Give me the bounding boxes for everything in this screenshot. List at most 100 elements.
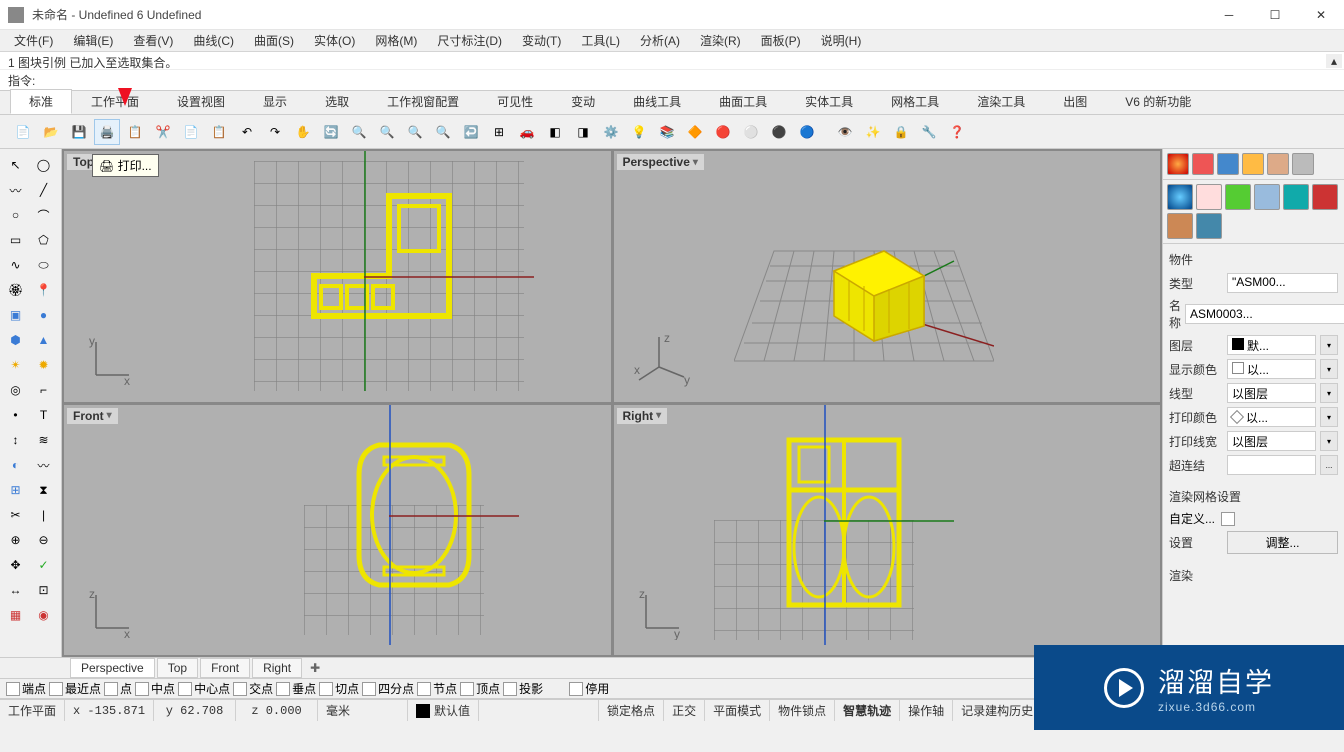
render-tab-icon[interactable] bbox=[1312, 184, 1338, 210]
viewport-front[interactable]: Front▾ z x bbox=[64, 405, 611, 656]
btab-perspective[interactable]: Perspective bbox=[70, 658, 155, 678]
minimize-button[interactable]: ─ bbox=[1206, 0, 1252, 30]
sweep-icon[interactable]: 〰 bbox=[30, 453, 57, 477]
rectangle-icon[interactable]: ▭ bbox=[2, 228, 29, 252]
four-view-icon[interactable]: ⊞ bbox=[486, 119, 512, 145]
tab-surface-tools[interactable]: 曲面工具 bbox=[700, 89, 786, 114]
sphere3-icon[interactable]: 🔵 bbox=[794, 119, 820, 145]
osnap-perp[interactable]: 垂点 bbox=[292, 680, 316, 697]
osnap-cen-checkbox[interactable] bbox=[178, 682, 192, 696]
osnap-end[interactable]: 端点 bbox=[22, 680, 46, 697]
menu-view[interactable]: 查看(V) bbox=[123, 30, 183, 51]
array-icon[interactable]: ⊞ bbox=[2, 478, 29, 502]
environment-tab-icon[interactable] bbox=[1225, 184, 1251, 210]
osnap-vertex[interactable]: 顶点 bbox=[476, 680, 500, 697]
zoom-selected-icon[interactable]: 🔍 bbox=[430, 119, 456, 145]
tab-cplane[interactable]: 工作平面 bbox=[72, 89, 158, 114]
check-icon[interactable]: ✓ bbox=[30, 553, 57, 577]
menu-analyze[interactable]: 分析(A) bbox=[630, 30, 690, 51]
import-icon[interactable]: 📋 bbox=[122, 119, 148, 145]
print-icon[interactable]: 🖨️ bbox=[94, 119, 120, 145]
printwidth-dropdown[interactable]: ▾ bbox=[1320, 431, 1338, 451]
osnap-near-checkbox[interactable] bbox=[49, 682, 63, 696]
lasso-icon[interactable]: ◯ bbox=[30, 153, 57, 177]
menu-mesh[interactable]: 网格(M) bbox=[365, 30, 427, 51]
menu-edit[interactable]: 编辑(E) bbox=[63, 30, 123, 51]
tab-mesh-tools[interactable]: 网格工具 bbox=[872, 89, 958, 114]
tab-solid-tools[interactable]: 实体工具 bbox=[786, 89, 872, 114]
osnap-end-checkbox[interactable] bbox=[6, 682, 20, 696]
tab-transform[interactable]: 变动 bbox=[552, 89, 614, 114]
status-layer[interactable]: 默认值 bbox=[408, 700, 479, 721]
menu-transform[interactable]: 变动(T) bbox=[512, 30, 571, 51]
osnap-perp-checkbox[interactable] bbox=[276, 682, 290, 696]
mirror-icon[interactable]: ⧗ bbox=[30, 478, 57, 502]
zoom-extents-icon[interactable]: 🔍 bbox=[374, 119, 400, 145]
tab-display[interactable]: 显示 bbox=[244, 89, 306, 114]
close-button[interactable]: ✕ bbox=[1298, 0, 1344, 30]
osnap-point[interactable]: 点 bbox=[120, 680, 132, 697]
cplane-icon[interactable]: ◧ bbox=[542, 119, 568, 145]
point2-icon[interactable]: • bbox=[2, 403, 29, 427]
pan-icon[interactable]: ✋ bbox=[290, 119, 316, 145]
trim-icon[interactable]: ✂ bbox=[2, 503, 29, 527]
status-osnap[interactable]: 物件锁点 bbox=[770, 700, 835, 721]
status-ortho[interactable]: 正交 bbox=[664, 700, 705, 721]
dim-icon[interactable]: ↔ bbox=[2, 578, 29, 602]
sphere-icon[interactable]: ● bbox=[30, 303, 57, 327]
join-icon[interactable]: ⊕ bbox=[2, 528, 29, 552]
osnap-cen[interactable]: 中心点 bbox=[194, 680, 230, 697]
btab-front[interactable]: Front bbox=[200, 658, 250, 678]
tab-render-tools[interactable]: 渲染工具 bbox=[958, 89, 1044, 114]
copy-icon[interactable]: 📄 bbox=[178, 119, 204, 145]
status-gridsnap[interactable]: 锁定格点 bbox=[599, 700, 664, 721]
linetype-value[interactable]: 以图层 bbox=[1227, 383, 1316, 403]
menu-help[interactable]: 说明(H) bbox=[811, 30, 872, 51]
folder-tab-icon[interactable] bbox=[1267, 153, 1289, 175]
menu-tools[interactable]: 工具(L) bbox=[571, 30, 630, 51]
cylinder-icon[interactable]: ⬢ bbox=[2, 328, 29, 352]
shade-icon[interactable]: 🔶 bbox=[682, 119, 708, 145]
ellipse-icon[interactable]: ⬭ bbox=[30, 253, 57, 277]
redo-icon[interactable]: ↷ bbox=[262, 119, 288, 145]
osnap-int-checkbox[interactable] bbox=[233, 682, 247, 696]
help-tab-icon[interactable] bbox=[1292, 153, 1314, 175]
zoom-window-icon[interactable]: 🔍 bbox=[402, 119, 428, 145]
show-icon[interactable]: ✨ bbox=[860, 119, 886, 145]
curve-tools-icon[interactable]: 🏵 bbox=[2, 278, 29, 302]
point-icon[interactable]: 📍 bbox=[30, 278, 57, 302]
polyline-icon[interactable]: 〰 bbox=[2, 178, 29, 202]
sun-tab-icon[interactable] bbox=[1283, 184, 1309, 210]
boolean-icon[interactable]: ⊖ bbox=[30, 528, 57, 552]
viewport-right-label[interactable]: Right▾ bbox=[617, 408, 668, 424]
menu-file[interactable]: 文件(F) bbox=[4, 30, 63, 51]
osnap-vertex-checkbox[interactable] bbox=[460, 682, 474, 696]
osnap-knot-checkbox[interactable] bbox=[417, 682, 431, 696]
status-unit[interactable]: 毫米 bbox=[318, 700, 408, 721]
properties-icon[interactable]: 💡 bbox=[626, 119, 652, 145]
osnap-disable-checkbox[interactable] bbox=[569, 682, 583, 696]
grid-icon[interactable]: ⊡ bbox=[30, 578, 57, 602]
osnap-disable[interactable]: 停用 bbox=[585, 680, 609, 697]
pointer-icon[interactable]: ↖ bbox=[2, 153, 29, 177]
tab-standard[interactable]: 标准 bbox=[10, 89, 72, 114]
osnap-project[interactable]: 投影 bbox=[519, 680, 543, 697]
osnap-point-checkbox[interactable] bbox=[104, 682, 118, 696]
tab-visibility[interactable]: 可见性 bbox=[478, 89, 552, 114]
material-tab-icon[interactable] bbox=[1167, 184, 1193, 210]
properties-tab-icon[interactable] bbox=[1167, 153, 1189, 175]
mesh-icon[interactable]: ▦ bbox=[2, 603, 29, 627]
named-view-icon[interactable]: 🚗 bbox=[514, 119, 540, 145]
offset-icon[interactable]: ◎ bbox=[2, 378, 29, 402]
btab-top[interactable]: Top bbox=[157, 658, 198, 678]
osnap-tan[interactable]: 切点 bbox=[335, 680, 359, 697]
maximize-button[interactable]: ☐ bbox=[1252, 0, 1298, 30]
osnap-quad-checkbox[interactable] bbox=[362, 682, 376, 696]
groundplane-tab-icon[interactable] bbox=[1254, 184, 1280, 210]
loft-icon[interactable]: ≋ bbox=[30, 428, 57, 452]
menu-curve[interactable]: 曲线(C) bbox=[183, 30, 244, 51]
tab-v6-new[interactable]: V6 的新功能 bbox=[1106, 89, 1210, 114]
zoom-icon[interactable]: 🔍 bbox=[346, 119, 372, 145]
cut-icon[interactable]: ✂️ bbox=[150, 119, 176, 145]
add-viewport-icon[interactable]: ✚ bbox=[304, 659, 326, 677]
